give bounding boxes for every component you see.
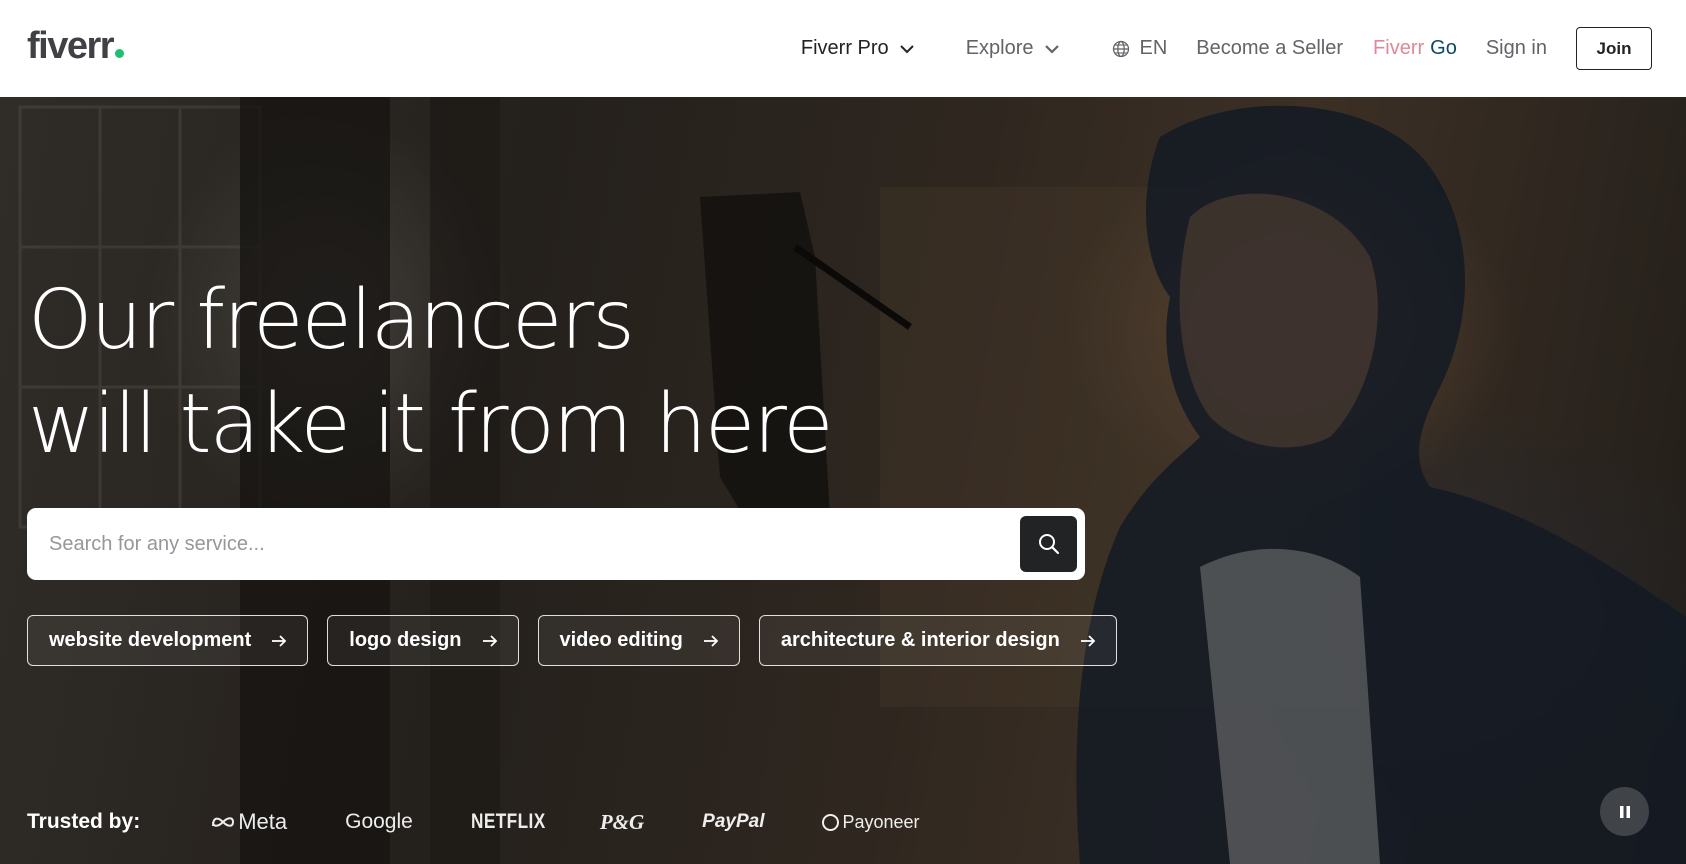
suggestion-label: website development [49, 629, 252, 651]
explore-label: Explore [965, 37, 1034, 59]
suggestion-logo-design[interactable]: logo design [327, 615, 519, 666]
fiverr-go-link[interactable]: Fiverr Go [1373, 37, 1457, 60]
google-logo: Google [345, 810, 413, 833]
arrow-right-icon [1080, 634, 1096, 647]
meta-logo-text: Meta [238, 809, 288, 834]
join-button[interactable]: Join [1576, 27, 1652, 70]
search-button[interactable] [1020, 516, 1077, 572]
sign-in-link[interactable]: Sign in [1486, 37, 1547, 60]
hero-section: Our freelancers will take it from here w… [0, 97, 1686, 864]
pause-icon [1619, 805, 1630, 818]
fiverr-pro-menu[interactable]: Fiverr Pro [801, 37, 915, 60]
fiverr-pro-label: Fiverr Pro [800, 37, 889, 59]
suggestion-architecture-interior-design[interactable]: architecture & interior design [758, 615, 1117, 666]
netflix-logo: NETFLIX [470, 810, 546, 833]
globe-icon [1112, 40, 1129, 57]
popular-searches: website development logo design video ed… [27, 615, 1136, 666]
arrow-right-icon [482, 634, 497, 647]
fiverr-go-label-part2: Go [1430, 37, 1457, 59]
explore-menu[interactable]: Explore [966, 37, 1060, 60]
suggestion-video-editing[interactable]: video editing [537, 615, 740, 666]
paypal-logo: PayPal [702, 811, 765, 832]
chevron-down-icon [899, 44, 914, 53]
top-navigation-bar: fiverr Fiverr Pro Explore EN Become a Se… [0, 0, 1686, 97]
sign-in-label: Sign in [1485, 37, 1547, 59]
logo-text: fiverr [27, 25, 115, 67]
fiverr-go-label-part1: Fiverr [1373, 37, 1425, 59]
meta-logo: Meta [210, 809, 287, 835]
search-input[interactable] [47, 508, 1007, 580]
nav-menu: Fiverr Pro Explore EN Become a Seller Fi… [801, 0, 1652, 97]
suggestion-label: video editing [559, 629, 683, 651]
logo-dot [115, 49, 125, 58]
video-pause-button[interactable] [1600, 787, 1649, 836]
fiverr-logo[interactable]: fiverr [27, 24, 125, 68]
headline-line-1: Our freelancers [28, 273, 635, 368]
suggestion-label: logo design [349, 629, 462, 651]
pg-logo: P&G [599, 809, 645, 834]
become-seller-link[interactable]: Become a Seller [1196, 37, 1343, 60]
payoneer-logo: Payoneer [822, 811, 920, 833]
payoneer-ring-icon [822, 813, 840, 831]
hero-headline: Our freelancers will take it from here [28, 269, 834, 477]
meta-infinity-icon [212, 817, 235, 827]
trusted-by-label: Trusted by: [27, 810, 141, 833]
arrow-right-icon [703, 634, 719, 647]
arrow-right-icon [272, 634, 287, 647]
suggestion-website-development[interactable]: website development [27, 615, 309, 666]
hero-background-video [0, 97, 1686, 864]
language-selector[interactable]: EN [1112, 37, 1168, 60]
search-icon [1038, 534, 1059, 555]
trusted-by-row: Trusted by: Meta Google NETFLIX P&G PayP… [27, 797, 978, 847]
suggestion-label: architecture & interior design [780, 629, 1060, 651]
search-bar [27, 508, 1085, 580]
payoneer-logo-text: Payoneer [842, 811, 920, 832]
become-seller-label: Become a Seller [1196, 37, 1344, 59]
language-label: EN [1139, 37, 1168, 59]
chevron-down-icon [1044, 44, 1059, 54]
headline-line-2: will take it from here [28, 377, 834, 472]
